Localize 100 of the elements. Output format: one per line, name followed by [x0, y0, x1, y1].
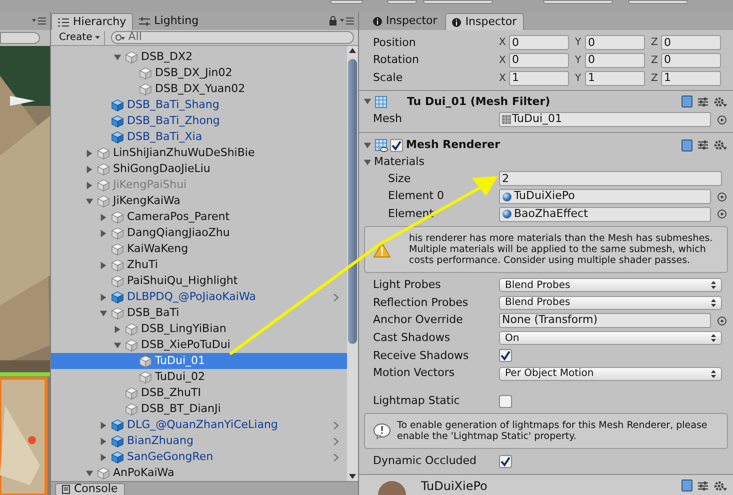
- hierarchy-row[interactable]: JiKengKaiWa: [51, 193, 347, 209]
- expand-arrow-icon[interactable]: [99, 292, 108, 302]
- panel-tab[interactable]: Inspector: [367, 13, 444, 30]
- chevron-right-icon[interactable]: [333, 436, 339, 446]
- help-book-icon[interactable]: [681, 138, 693, 152]
- hierarchy-row[interactable]: PaiShuiQu_Highlight: [51, 273, 347, 289]
- expand-arrow-icon[interactable]: [99, 436, 108, 446]
- expand-arrow-icon[interactable]: [363, 140, 372, 150]
- hierarchy-row[interactable]: DSB_XiePoTuDui: [51, 337, 347, 353]
- hierarchy-row[interactable]: BianZhuang: [51, 433, 347, 449]
- hierarchy-row[interactable]: ZhuTi: [51, 257, 347, 273]
- create-button[interactable]: Create: [55, 30, 106, 44]
- hierarchy-row[interactable]: DSB_BT_DianJi: [51, 401, 347, 417]
- help-book-icon[interactable]: [681, 479, 693, 492]
- hierarchy-row[interactable]: KaiWaKeng: [51, 241, 347, 257]
- expand-arrow-icon[interactable]: [99, 420, 108, 430]
- expand-arrow-icon[interactable]: [99, 260, 108, 270]
- chevron-right-icon[interactable]: [333, 420, 339, 430]
- panel-menu-icon[interactable]: [32, 17, 46, 25]
- hierarchy-row[interactable]: DSB_DX_Jin02: [51, 65, 347, 81]
- hierarchy-row[interactable]: DSB_DX2: [51, 49, 347, 65]
- hierarchy-row[interactable]: DSB_ZhuTI: [51, 385, 347, 401]
- dropdown[interactable]: Blend Probes: [499, 278, 722, 292]
- number-field[interactable]: 1: [585, 70, 645, 86]
- panel-tab[interactable]: Console: [55, 483, 125, 495]
- scene-search-field[interactable]: [0, 32, 40, 44]
- number-field[interactable]: 0: [585, 35, 645, 50]
- hierarchy-row[interactable]: ShiGongDaoJieLiu: [51, 161, 347, 177]
- toolbar-button[interactable]: [628, 0, 688, 4]
- hierarchy-row[interactable]: DSB_BaTi_Shang: [51, 97, 347, 113]
- expand-arrow-icon[interactable]: [85, 468, 94, 478]
- expand-arrow-icon[interactable]: [99, 452, 108, 462]
- hierarchy-row[interactable]: DangQiangJiaoZhu: [51, 225, 347, 241]
- sliders-icon[interactable]: [697, 139, 709, 152]
- hierarchy-row[interactable]: DLG_@QuanZhanYiCeLiang: [51, 417, 347, 433]
- toolbar-button[interactable]: [387, 0, 417, 4]
- number-field[interactable]: 0: [509, 35, 569, 50]
- panel-tab[interactable]: Lighting: [133, 13, 205, 30]
- number-field[interactable]: 0: [661, 35, 721, 50]
- hierarchy-row[interactable]: SanGeGongRen: [51, 449, 347, 465]
- toolbar-button[interactable]: [423, 0, 493, 4]
- object-picker-icon[interactable]: [717, 114, 727, 125]
- panel-tab[interactable]: Hierarchy: [51, 13, 134, 30]
- hierarchy-row[interactable]: TuDui_01: [51, 353, 347, 369]
- expand-arrow-icon[interactable]: [85, 148, 94, 158]
- hierarchy-row[interactable]: DSB_LingYiBian: [51, 321, 347, 337]
- object-field[interactable]: None (Transform): [499, 313, 711, 328]
- expand-arrow-icon[interactable]: [99, 308, 108, 318]
- hierarchy-row[interactable]: CameraPos_Parent: [51, 209, 347, 225]
- hierarchy-row[interactable]: AnPoKaiWa: [51, 465, 347, 481]
- number-field[interactable]: 1: [661, 70, 721, 86]
- chevron-right-icon[interactable]: [333, 452, 339, 462]
- expand-arrow-icon[interactable]: [85, 164, 94, 174]
- gear-icon[interactable]: [713, 96, 727, 108]
- search-field[interactable]: All: [111, 31, 354, 44]
- material-field[interactable]: BaoZhaEffect: [499, 206, 711, 222]
- expand-arrow-icon[interactable]: [363, 158, 372, 167]
- expand-arrow-icon[interactable]: [363, 97, 372, 106]
- sliders-icon[interactable]: [697, 96, 709, 108]
- hierarchy-row[interactable]: TuDui_02: [51, 369, 347, 385]
- panel-tab[interactable]: Inspector: [445, 13, 524, 30]
- help-book-icon[interactable]: [681, 95, 693, 108]
- dropdown[interactable]: Per Object Motion: [499, 366, 722, 381]
- panel-menu-icon[interactable]: [340, 17, 354, 25]
- dropdown[interactable]: Blend Probes: [499, 296, 722, 310]
- size-field[interactable]: 2: [499, 171, 722, 186]
- number-field[interactable]: 0: [585, 52, 645, 68]
- gear-icon[interactable]: [713, 139, 727, 152]
- sliders-icon[interactable]: [697, 480, 709, 492]
- checkbox[interactable]: [390, 138, 403, 152]
- hierarchy-row[interactable]: DLBPDQ_@PoJiaoKaiWa: [51, 289, 347, 305]
- expand-arrow-icon[interactable]: [113, 52, 122, 62]
- expand-arrow-icon[interactable]: [99, 228, 108, 238]
- object-picker-icon[interactable]: [717, 316, 727, 326]
- toolbar-button[interactable]: [543, 0, 613, 4]
- gear-icon[interactable]: [713, 480, 727, 492]
- scroll-up-icon[interactable]: [349, 48, 356, 53]
- hierarchy-row[interactable]: DSB_BaTi_Zhong: [51, 113, 347, 129]
- expand-arrow-icon[interactable]: [85, 196, 94, 206]
- hierarchy-row[interactable]: LinShiJianZhuWuDeShiBie: [51, 145, 347, 161]
- number-field[interactable]: 1: [509, 70, 569, 86]
- checkbox[interactable]: [499, 454, 512, 468]
- object-picker-icon[interactable]: [717, 209, 727, 220]
- expand-arrow-icon[interactable]: [113, 324, 122, 334]
- scroll-down-icon[interactable]: [349, 474, 356, 479]
- object-picker-icon[interactable]: [717, 192, 727, 202]
- scrollbar[interactable]: [347, 46, 358, 481]
- expand-arrow-icon[interactable]: [113, 340, 122, 350]
- checkbox[interactable]: [499, 349, 512, 362]
- number-field[interactable]: 0: [661, 52, 721, 68]
- dropdown[interactable]: On: [499, 331, 722, 346]
- hierarchy-row[interactable]: DSB_BaTi: [51, 305, 347, 321]
- number-field[interactable]: 0: [509, 52, 569, 68]
- material-field[interactable]: TuDuiXiePo: [499, 189, 711, 204]
- expand-arrow-icon[interactable]: [99, 212, 108, 222]
- lock-icon[interactable]: [329, 16, 337, 26]
- checkbox[interactable]: [499, 394, 512, 408]
- mesh-field[interactable]: TuDui_01: [499, 112, 711, 128]
- hierarchy-row[interactable]: DSB_BaTi_Xia: [51, 129, 347, 145]
- chevron-right-icon[interactable]: [333, 292, 339, 302]
